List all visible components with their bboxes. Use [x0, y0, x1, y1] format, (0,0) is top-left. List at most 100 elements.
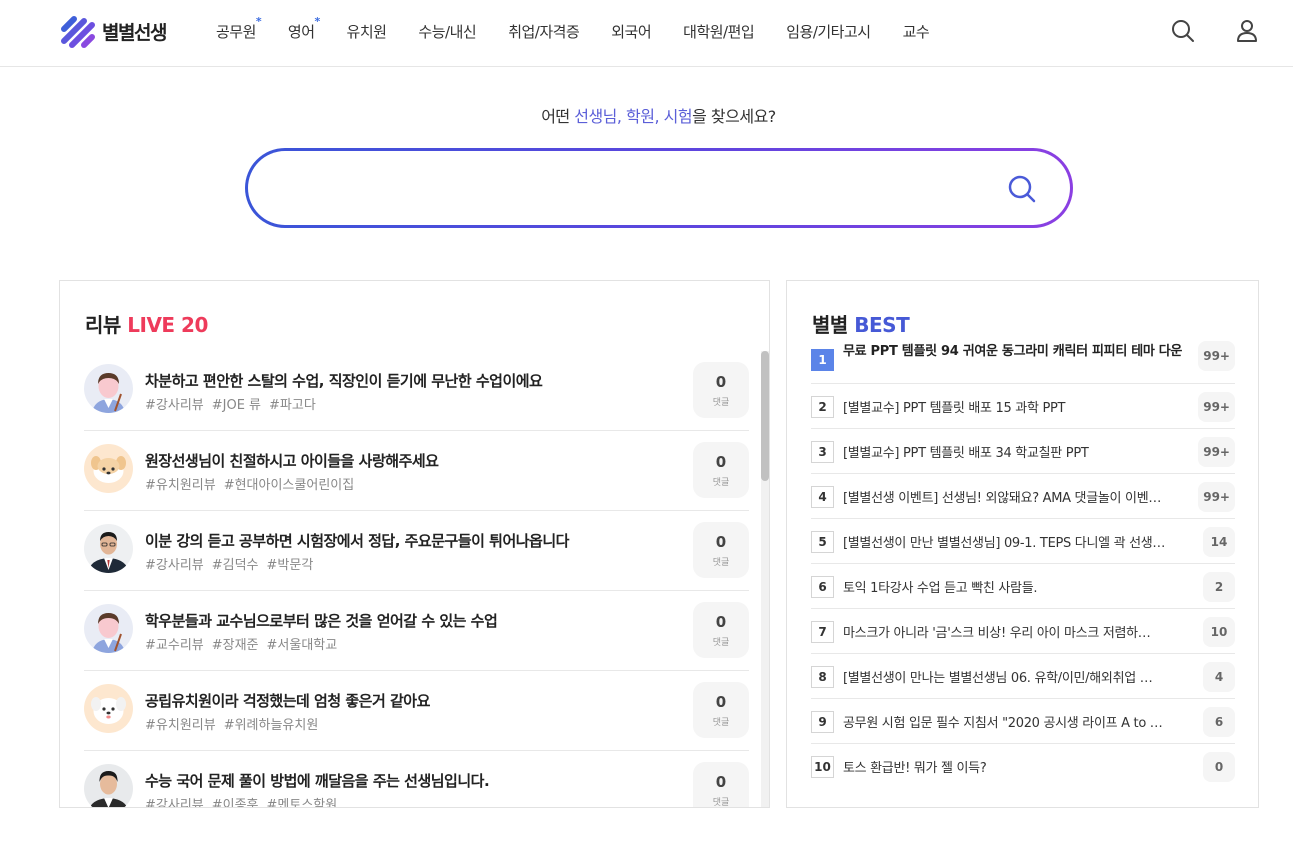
best-row[interactable]: 3 [별별교수] PPT 템플릿 배포 34 학교칠판 PPT 99+: [811, 429, 1235, 474]
best-title: 마스크가 아니라 '금'스크 비상! 우리 아이 마스크 저렴하…: [843, 626, 1151, 641]
review-tags: #유치원리뷰 #현대아이스쿨어린이집: [145, 474, 354, 493]
search-input[interactable]: [278, 167, 998, 209]
nav-label: 외국어: [611, 22, 652, 41]
rank-badge: 6: [811, 576, 834, 598]
review-tag[interactable]: #김덕수: [212, 554, 259, 573]
best-comment-count: 99+: [1198, 392, 1235, 422]
comment-count-box: 0 댓글: [693, 602, 749, 658]
avatar: [84, 684, 133, 733]
best-row[interactable]: 6 토익 1타강사 수업 듣고 빡친 사람들. 2: [811, 564, 1235, 609]
teacher-photo-icon: [84, 524, 133, 573]
review-tag[interactable]: #강사리뷰: [145, 394, 204, 413]
rank-badge: 2: [811, 396, 834, 418]
review-tags: #강사리뷰 #JOE 류 #파고다: [145, 394, 316, 413]
teacher-cartoon-icon: [84, 364, 133, 413]
review-tags: #강사리뷰 #김덕수 #박문각: [145, 554, 313, 573]
nav-label: 임용/기타고시: [786, 22, 871, 41]
review-tags: #유치원리뷰 #위례하늘유치원: [145, 714, 318, 733]
best-panel: 별별 BEST 1 무료 PPT 템플릿 94 귀여운 동그라미 캐릭터 피피티…: [786, 280, 1259, 808]
search-icon[interactable]: [1170, 18, 1196, 44]
search-box-inner: [248, 151, 1070, 225]
best-row[interactable]: 10 토스 환급반! 뭐가 젤 이득? 0: [811, 744, 1235, 789]
best-row[interactable]: 5 [별별선생이 만난 별별선생님] 09-1. TEPS 다니엘 곽 선생… …: [811, 519, 1235, 564]
best-comment-count: 99+: [1198, 341, 1235, 371]
best-panel-title: 별별 BEST: [812, 309, 910, 338]
best-row[interactable]: 1 무료 PPT 템플릿 94 귀여운 동그라미 캐릭터 피피티 테마 다운 9…: [811, 337, 1235, 384]
review-tags: #강사리뷰 #이종훈 #멘토스학원: [145, 794, 338, 807]
review-row[interactable]: 원장선생님이 친절하시고 아이들을 사랑해주세요 #유치원리뷰 #현대아이스쿨어…: [84, 431, 749, 511]
avatar: [84, 444, 133, 493]
nav-item-exam[interactable]: 임용/기타고시: [770, 21, 886, 42]
review-row[interactable]: 공립유치원이라 걱정했는데 엄청 좋은거 같아요 #유치원리뷰 #위례하늘유치원…: [84, 671, 749, 751]
review-tag[interactable]: #JOE 류: [212, 394, 261, 413]
teacher-cartoon-icon: [84, 604, 133, 653]
best-row[interactable]: 2 [별별교수] PPT 템플릿 배포 15 과학 PPT 99+: [811, 384, 1235, 429]
best-comment-count: 14: [1203, 527, 1235, 557]
best-row[interactable]: 4 [별별선생 이벤트] 선생님! 외않돼요? AMA 댓글놀이 이벤… 99+: [811, 474, 1235, 519]
review-tags: #교수리뷰 #장재준 #서울대학교: [145, 634, 337, 653]
best-title: [별별교수] PPT 템플릿 배포 15 과학 PPT: [843, 401, 1066, 416]
nav-item-graduate[interactable]: 대학원/편입: [667, 21, 770, 42]
comment-count-box: 0 댓글: [693, 442, 749, 498]
review-tag[interactable]: #위례하늘유치원: [224, 714, 319, 733]
review-row[interactable]: 이분 강의 듣고 공부하면 시험장에서 정답, 주요문구들이 튀어나옵니다 #강…: [84, 511, 749, 591]
top-header: 별별선생 공무원 * 영어 * 유치원 수능/내신 취업/자격증 외국어 대학원/편…: [0, 0, 1293, 67]
review-tag[interactable]: #강사리뷰: [145, 554, 204, 573]
review-tag[interactable]: #파고다: [269, 394, 316, 413]
best-row[interactable]: 9 공무원 시험 입문 필수 지침서 "2020 공시생 라이프 A to … …: [811, 699, 1235, 744]
nav-label: 유치원: [346, 22, 387, 41]
teacher-photo-icon: [84, 764, 133, 807]
best-title: [별별선생이 만난 별별선생님] 09-1. TEPS 다니엘 곽 선생…: [843, 536, 1166, 551]
best-comment-count: 6: [1203, 707, 1235, 737]
comment-label: 댓글: [712, 718, 730, 728]
comment-count: 0: [715, 773, 727, 791]
nav-star: *: [255, 14, 262, 28]
best-title: 공무원 시험 입문 필수 지침서 "2020 공시생 라이프 A to …: [843, 716, 1163, 731]
best-row[interactable]: 8 [별별선생이 만나는 별별선생님 06. 유학/이민/해외취업 … 4: [811, 654, 1235, 699]
best-comment-count: 0: [1203, 752, 1235, 782]
nav-label: 교수: [902, 22, 930, 41]
review-row[interactable]: 수능 국어 문제 풀이 방법에 깨달음을 주는 선생님입니다. #강사리뷰 #이…: [84, 751, 749, 807]
review-title-prefix: 리뷰: [85, 313, 128, 337]
scrollbar-thumb[interactable]: [761, 351, 769, 481]
nav-star: *: [314, 14, 321, 28]
comment-label: 댓글: [712, 478, 730, 488]
review-tag[interactable]: #박문각: [267, 554, 314, 573]
review-row[interactable]: 학우분들과 교수님으로부터 많은 것을 얻어갈 수 있는 수업 #교수리뷰 #장…: [84, 591, 749, 671]
review-row[interactable]: 차분하고 편안한 스탈의 수업, 직장인이 듣기에 무난한 수업이에요 #강사리…: [84, 351, 749, 431]
review-tag[interactable]: #교수리뷰: [145, 634, 204, 653]
nav-label: 대학원/편입: [683, 22, 755, 41]
best-row[interactable]: 7 마스크가 아니라 '금'스크 비상! 우리 아이 마스크 저렴하… 10: [811, 609, 1235, 654]
best-comment-count: 99+: [1198, 482, 1235, 512]
nav-item-suneung[interactable]: 수능/내신: [402, 21, 492, 42]
review-title: 수능 국어 문제 풀이 방법에 깨달음을 주는 선생님입니다.: [145, 772, 490, 790]
review-tag[interactable]: #유치원리뷰: [145, 714, 216, 733]
best-title: [별별선생 이벤트] 선생님! 외않돼요? AMA 댓글놀이 이벤…: [843, 491, 1162, 506]
avatar: [84, 604, 133, 653]
logo[interactable]: 별별선생: [58, 11, 167, 51]
review-title: 원장선생님이 친절하시고 아이들을 사랑해주세요: [145, 452, 439, 470]
search-question-highlight: 선생님, 학원, 시험: [574, 107, 693, 126]
nav-item-english[interactable]: 영어 *: [272, 15, 331, 42]
review-tag[interactable]: #서울대학교: [267, 634, 338, 653]
search-submit-button[interactable]: [1006, 173, 1038, 205]
nav-item-public-servant[interactable]: 공무원 *: [200, 15, 272, 42]
search-icon: [1008, 175, 1036, 203]
best-comment-count: 4: [1203, 662, 1235, 692]
review-tag[interactable]: #현대아이스쿨어린이집: [224, 474, 355, 493]
review-scrollbar[interactable]: [761, 351, 769, 807]
rank-badge: 5: [811, 531, 834, 553]
review-tag[interactable]: #강사리뷰: [145, 794, 204, 807]
nav-item-professor[interactable]: 교수: [887, 21, 946, 42]
best-title: 무료 PPT 템플릿 94 귀여운 동그라미 캐릭터 피피티 테마 다운: [843, 344, 1183, 359]
nav-item-foreign-language[interactable]: 외국어: [595, 21, 667, 42]
review-tag[interactable]: #유치원리뷰: [145, 474, 216, 493]
review-tag[interactable]: #멘토스학원: [267, 794, 338, 807]
review-tag[interactable]: #이종훈: [212, 794, 259, 807]
review-live-panel: 리뷰 LIVE 20 차분하고 편안한 스탈의 수업, 직장인이 듣기에 무난한…: [59, 280, 770, 808]
review-list: 차분하고 편안한 스탈의 수업, 직장인이 듣기에 무난한 수업이에요 #강사리…: [84, 351, 749, 807]
nav-item-kindergarten[interactable]: 유치원: [331, 21, 403, 42]
review-tag[interactable]: #장재준: [212, 634, 259, 653]
user-icon[interactable]: [1234, 18, 1260, 44]
nav-item-employment[interactable]: 취업/자격증: [492, 21, 595, 42]
